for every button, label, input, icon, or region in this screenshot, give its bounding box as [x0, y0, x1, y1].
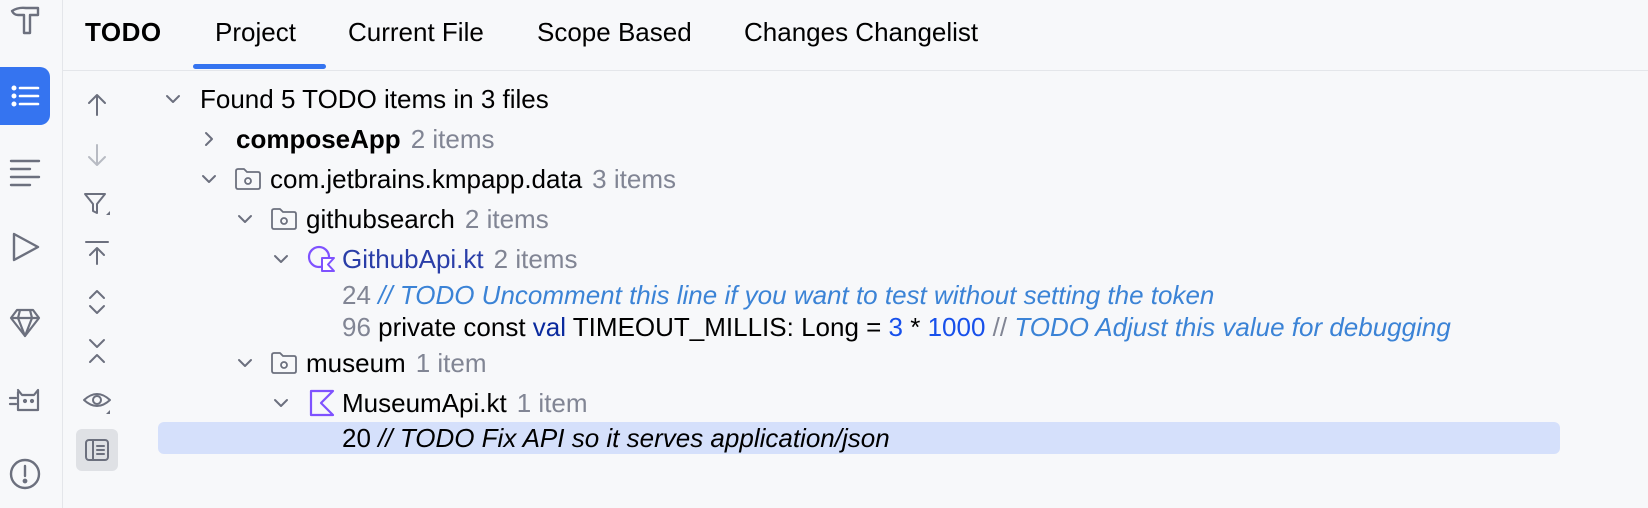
- tool-window-title: TODO: [85, 17, 162, 47]
- arrow-down-icon[interactable]: [79, 137, 115, 173]
- item-count: 2 items: [493, 244, 578, 274]
- cat-icon[interactable]: [0, 371, 50, 427]
- item-count: 1 item: [415, 348, 487, 378]
- tool-window-header: TODO Project Current File Scope Based Ch…: [63, 0, 1648, 71]
- todo-item-row[interactable]: 96 private const val TIMEOUT_MILLIS: Lon…: [158, 307, 1648, 347]
- module-name: composeApp: [236, 124, 401, 154]
- comment-slashes: //: [985, 312, 1008, 342]
- export-icon[interactable]: [79, 235, 115, 271]
- tree-node-package[interactable]: com.jetbrains.kmpapp.data 3 items: [158, 159, 1648, 199]
- tree-node-githubsearch[interactable]: githubsearch 2 items: [158, 199, 1648, 239]
- tree-node-composeapp[interactable]: composeApp 2 items: [158, 119, 1648, 159]
- package-folder-icon: [235, 168, 261, 190]
- todo-toolbar: [63, 71, 133, 508]
- line-number: 20: [342, 423, 371, 453]
- code-text: private const: [378, 312, 533, 342]
- chevron-down-icon[interactable]: [270, 248, 292, 270]
- kotlin-file-icon: [309, 389, 335, 417]
- tree-node-museum[interactable]: museum 1 item: [158, 343, 1648, 383]
- tree-node-museumapi-file[interactable]: MuseumApi.kt 1 item: [158, 383, 1648, 423]
- chevron-down-icon[interactable]: [198, 168, 220, 190]
- chevron-down-icon[interactable]: [234, 208, 256, 230]
- file-name: MuseumApi.kt: [342, 388, 507, 418]
- tab-changes-changelist[interactable]: Changes Changelist: [744, 17, 978, 48]
- line-number: 96: [342, 312, 371, 342]
- package-folder-icon: [271, 208, 297, 230]
- tree-node-githubapi-file[interactable]: GithubApi.kt 2 items: [158, 239, 1648, 279]
- preview-eye-icon[interactable]: [79, 383, 115, 419]
- item-count: 3 items: [592, 164, 676, 194]
- filter-icon[interactable]: [79, 186, 115, 222]
- gem-icon[interactable]: [0, 295, 50, 351]
- package-name: com.jetbrains.kmpapp.data: [270, 164, 583, 194]
- todo-tree: Found 5 TODO items in 3 files composeApp…: [158, 71, 1648, 508]
- todo-comment: // TODO Uncomment this line if you want …: [378, 280, 1215, 310]
- code-number: 3: [888, 312, 904, 342]
- tree-root-row[interactable]: Found 5 TODO items in 3 files: [158, 79, 1648, 119]
- chevron-down-icon[interactable]: [270, 392, 292, 414]
- kotlin-interface-file-icon: [307, 245, 335, 272]
- run-icon[interactable]: [0, 219, 50, 275]
- todo-comment: // TODO Fix API so it serves application…: [370, 423, 890, 453]
- preview-panel-icon[interactable]: [76, 429, 118, 471]
- item-count: 2 items: [464, 204, 549, 234]
- chevron-right-icon[interactable]: [198, 128, 220, 150]
- todo-item-row-selected[interactable]: 20 // TODO Fix API so it serves applicat…: [158, 422, 1560, 454]
- todo-comment: TODO Adjust this value for debugging: [1007, 312, 1451, 342]
- item-count: 1 item: [516, 388, 588, 418]
- problems-icon[interactable]: [0, 446, 50, 502]
- package-folder-icon: [271, 352, 297, 374]
- package-name: githubsearch: [306, 204, 455, 234]
- line-number: 24: [342, 280, 371, 310]
- expand-all-icon[interactable]: [79, 284, 115, 320]
- collapse-all-icon[interactable]: [79, 333, 115, 369]
- tool-window-strip: [0, 0, 63, 508]
- tree-summary: Found 5 TODO items in 3 files: [200, 84, 549, 114]
- chevron-down-icon[interactable]: [162, 88, 184, 110]
- todo-list-icon[interactable]: [0, 67, 50, 125]
- hammer-icon[interactable]: [0, 0, 50, 48]
- tab-current-file[interactable]: Current File: [348, 17, 484, 48]
- code-keyword: val: [532, 312, 567, 342]
- code-number: 1000: [927, 312, 986, 342]
- structure-icon[interactable]: [0, 143, 50, 199]
- chevron-down-icon[interactable]: [234, 352, 256, 374]
- code-text: *: [903, 312, 928, 342]
- tab-project[interactable]: Project: [215, 17, 296, 48]
- tab-scope-based[interactable]: Scope Based: [537, 17, 692, 48]
- active-tab-indicator: [193, 64, 326, 69]
- code-text: TIMEOUT_MILLIS: Long =: [566, 312, 889, 342]
- arrow-up-icon[interactable]: [79, 87, 115, 123]
- item-count: 2 items: [410, 124, 495, 154]
- file-name: GithubApi.kt: [342, 244, 484, 274]
- package-name: museum: [306, 348, 406, 378]
